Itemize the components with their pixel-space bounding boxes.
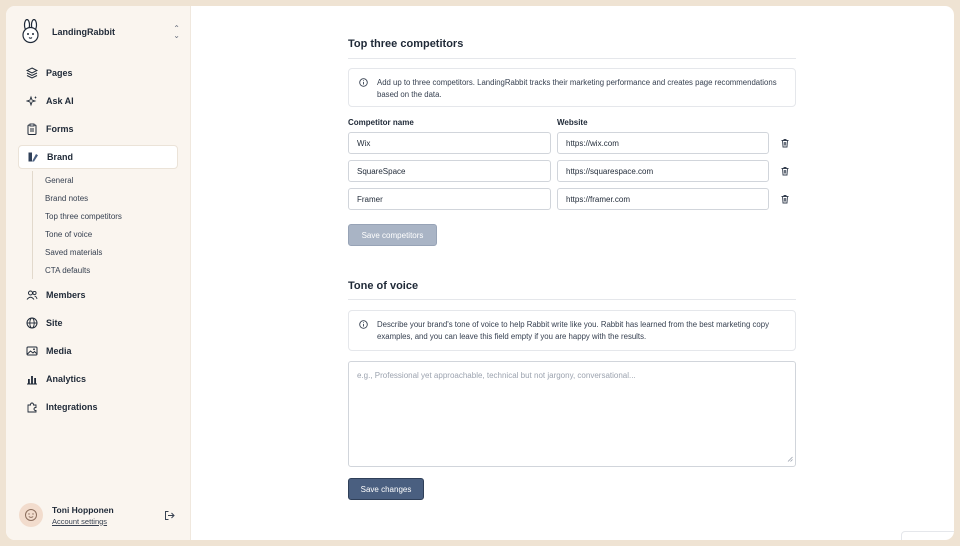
sidebar-item-label: Pages	[46, 68, 73, 78]
sidebar-item-media[interactable]: Media	[18, 339, 178, 363]
sidebar-nav: Pages Ask AI Forms Brand General Brand n…	[18, 61, 178, 423]
trash-icon[interactable]	[779, 193, 791, 205]
save-changes-button[interactable]: Save changes	[348, 478, 424, 500]
app-window: LandingRabbit ⌃ ⌄ Pages Ask AI Forms Bra…	[6, 6, 954, 540]
user-name: Toni Hopponen	[52, 504, 114, 515]
subnav-item-tone-of-voice[interactable]: Tone of voice	[45, 225, 178, 243]
sidebar-item-ask-ai[interactable]: Ask AI	[18, 89, 178, 113]
subnav-item-cta-defaults[interactable]: CTA defaults	[45, 261, 178, 279]
competitor-website-input[interactable]: https://squarespace.com	[557, 160, 769, 182]
sidebar: LandingRabbit ⌃ ⌄ Pages Ask AI Forms Bra…	[6, 6, 191, 540]
sidebar-item-integrations[interactable]: Integrations	[18, 395, 178, 419]
sidebar-item-pages[interactable]: Pages	[18, 61, 178, 85]
sidebar-item-label: Ask AI	[46, 96, 74, 106]
save-competitors-button[interactable]: Save competitors	[348, 224, 437, 246]
globe-icon	[26, 317, 38, 329]
sidebar-item-label: Site	[46, 318, 63, 328]
image-icon	[26, 345, 38, 357]
competitors-info-text: Add up to three competitors. LandingRabb…	[377, 78, 777, 99]
rabbit-logo-icon	[18, 19, 44, 45]
tone-of-voice-textarea[interactable]: e.g., Professional yet approachable, tec…	[348, 361, 796, 467]
tone-info-text: Describe your brand's tone of voice to h…	[377, 320, 769, 341]
competitor-name-input[interactable]: SquareSpace	[348, 160, 551, 182]
avatar[interactable]	[19, 503, 43, 527]
chevron-updown-icon: ⌃ ⌄	[173, 24, 180, 40]
sidebar-item-label: Media	[46, 346, 72, 356]
clipboard-icon	[26, 123, 38, 135]
sidebar-item-label: Integrations	[46, 402, 98, 412]
brand-subnav: General Brand notes Top three competitor…	[32, 171, 178, 279]
workspace-switcher[interactable]: LandingRabbit ⌃ ⌄	[18, 19, 180, 45]
subnav-item-saved-materials[interactable]: Saved materials	[45, 243, 178, 261]
sidebar-item-brand[interactable]: Brand	[18, 145, 178, 169]
sidebar-item-label: Members	[46, 290, 86, 300]
sparkles-icon	[26, 95, 38, 107]
competitor-website-input[interactable]: https://framer.com	[557, 188, 769, 210]
sidebar-item-analytics[interactable]: Analytics	[18, 367, 178, 391]
competitor-name-header: Competitor name	[348, 118, 414, 127]
divider	[348, 58, 796, 59]
resize-handle-icon[interactable]	[787, 455, 793, 464]
layers-icon	[26, 67, 38, 79]
sidebar-item-label: Analytics	[46, 374, 87, 384]
logout-icon[interactable]	[164, 510, 175, 521]
trash-icon[interactable]	[779, 165, 791, 177]
website-header: Website	[557, 118, 588, 127]
trash-icon[interactable]	[779, 137, 791, 149]
competitors-info-box: Add up to three competitors. LandingRabb…	[348, 68, 796, 107]
divider	[348, 299, 796, 300]
sidebar-item-label: Forms	[46, 124, 74, 134]
workspace-name: LandingRabbit	[52, 27, 115, 37]
smiley-icon	[25, 509, 37, 521]
subnav-item-general[interactable]: General	[45, 171, 178, 189]
competitor-website-input[interactable]: https://wix.com	[557, 132, 769, 154]
sidebar-item-forms[interactable]: Forms	[18, 117, 178, 141]
subnav-item-top-three-competitors[interactable]: Top three competitors	[45, 207, 178, 225]
subnav-item-brand-notes[interactable]: Brand notes	[45, 189, 178, 207]
account-settings-link[interactable]: Account settings	[52, 517, 114, 526]
competitor-name-input[interactable]: Framer	[348, 188, 551, 210]
chart-icon	[26, 373, 38, 385]
competitors-section-title: Top three competitors	[348, 38, 464, 50]
clipped-panel	[901, 531, 954, 540]
main-content: Top three competitors Add up to three co…	[191, 6, 954, 540]
users-icon	[26, 289, 38, 301]
brand-icon	[27, 151, 39, 163]
info-icon	[359, 78, 368, 91]
sidebar-item-label: Brand	[47, 152, 74, 162]
sidebar-item-site[interactable]: Site	[18, 311, 178, 335]
sidebar-item-members[interactable]: Members	[18, 283, 178, 307]
puzzle-icon	[26, 401, 38, 413]
info-icon	[359, 320, 368, 333]
tone-section-title: Tone of voice	[348, 280, 419, 292]
user-profile: Toni Hopponen Account settings	[19, 501, 179, 529]
textarea-placeholder: e.g., Professional yet approachable, tec…	[357, 371, 636, 380]
competitor-name-input[interactable]: Wix	[348, 132, 551, 154]
tone-info-box: Describe your brand's tone of voice to h…	[348, 310, 796, 351]
